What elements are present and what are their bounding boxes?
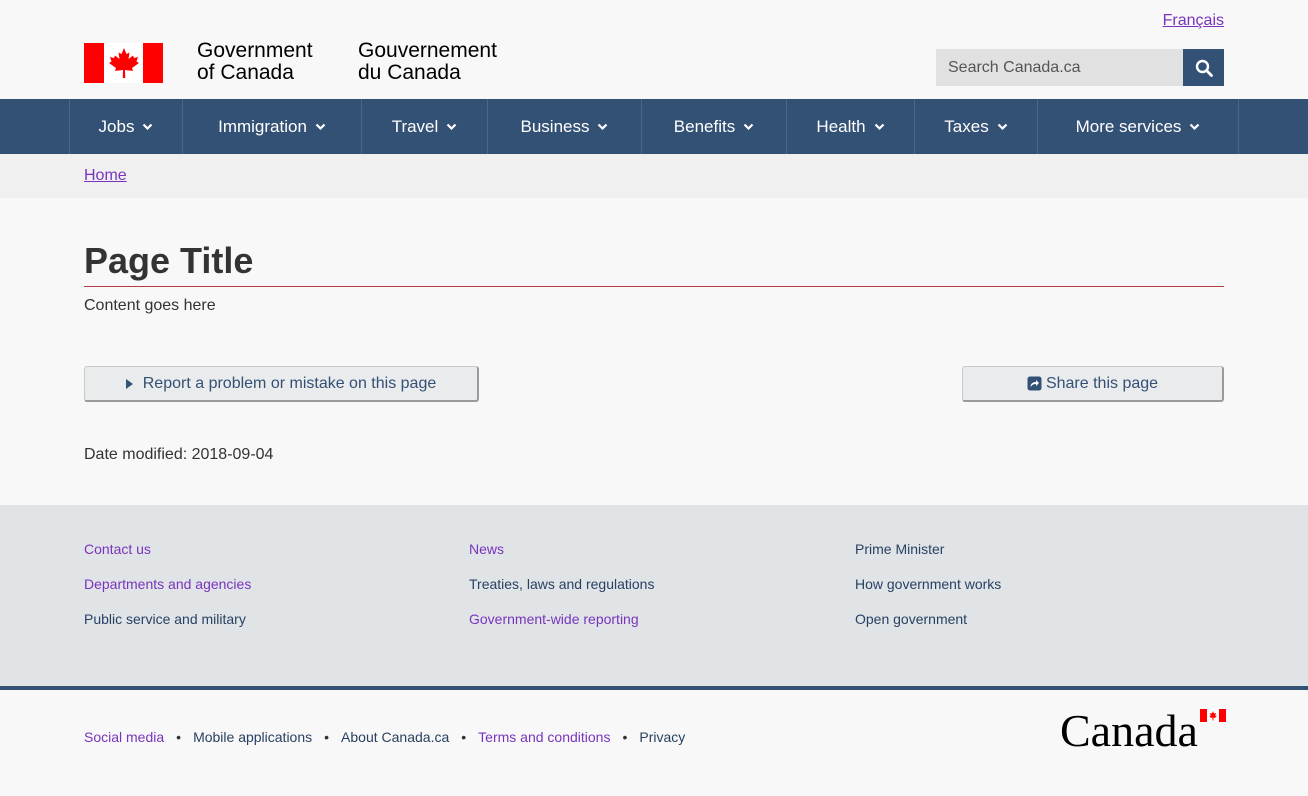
footer-link-treaties[interactable]: Treaties, laws and regulations	[469, 576, 654, 611]
footer-link-open-government[interactable]: Open government	[855, 611, 1001, 646]
bullet-separator: •	[461, 729, 467, 745]
chevron-down-icon	[997, 123, 1007, 130]
nav-item-jobs[interactable]: Jobs	[69, 99, 182, 154]
bullet-separator: •	[176, 729, 182, 745]
search-button[interactable]	[1183, 49, 1224, 86]
government-signature-fr[interactable]: Gouvernement du Canada	[358, 40, 497, 84]
signature-fr-line2: du Canada	[358, 61, 461, 84]
search-icon	[1195, 59, 1213, 77]
caret-right-icon	[125, 378, 133, 389]
canada-wordmark-logo: Canada	[1060, 705, 1228, 757]
chevron-down-icon	[874, 123, 884, 130]
main-nav: Jobs Immigration Travel Business Benefit…	[0, 99, 1308, 154]
signature-en-line1: Government	[197, 39, 313, 62]
share-page-label: Share this page	[1045, 374, 1159, 392]
date-modified: Date modified: 2018-09-04	[84, 446, 274, 463]
report-problem-label: Report a problem or mistake on this page	[142, 374, 437, 392]
chevron-down-icon	[143, 123, 153, 130]
nav-item-health[interactable]: Health	[786, 99, 914, 154]
nav-item-business[interactable]: Business	[487, 99, 641, 154]
footer-link-how-gov-works[interactable]: How government works	[855, 576, 1001, 611]
site-header: Français Government of Canada Gouverneme…	[0, 0, 1308, 99]
report-problem-button[interactable]: Report a problem or mistake on this page	[84, 366, 479, 402]
share-page-button[interactable]: Share this page	[962, 366, 1224, 402]
nav-item-label: Business	[520, 116, 590, 136]
footer-column-1: Contact us Departments and agencies Publ…	[84, 541, 251, 646]
nav-item-label: Immigration	[218, 116, 307, 136]
government-signature-en[interactable]: Government of Canada	[197, 40, 313, 84]
sub-link-social-media[interactable]: Social media	[84, 729, 164, 745]
signature-en-line2: of Canada	[197, 61, 294, 84]
sub-link-mobile-apps[interactable]: Mobile applications	[193, 729, 312, 745]
search-placeholder: Search Canada.ca	[948, 58, 1081, 76]
footer-sub-links: Social media • Mobile applications • Abo…	[84, 729, 685, 745]
footer-link-news[interactable]: News	[469, 541, 654, 576]
search-input[interactable]: Search Canada.ca	[936, 49, 1183, 86]
breadcrumb: Home	[0, 154, 1308, 198]
sub-link-terms[interactable]: Terms and conditions	[478, 729, 610, 745]
wordmark-text: Canada	[1060, 708, 1198, 752]
nav-item-immigration[interactable]: Immigration	[182, 99, 361, 154]
main-content: Page Title Content goes here Report a pr…	[0, 198, 1308, 505]
nav-item-label: More services	[1075, 116, 1182, 136]
nav-item-travel[interactable]: Travel	[361, 99, 487, 154]
footer-link-prime-minister[interactable]: Prime Minister	[855, 541, 1001, 576]
canada-flag-icon	[84, 43, 163, 83]
nav-item-more-services[interactable]: More services	[1037, 99, 1239, 154]
footer-link-gov-reporting[interactable]: Government-wide reporting	[469, 611, 654, 646]
nav-item-benefits[interactable]: Benefits	[641, 99, 786, 154]
bullet-separator: •	[622, 729, 628, 745]
footer-link-contact-us[interactable]: Contact us	[84, 541, 251, 576]
title-divider	[84, 286, 1224, 287]
nav-item-label: Taxes	[944, 116, 989, 136]
chevron-down-icon	[743, 123, 754, 130]
nav-item-label: Benefits	[673, 116, 736, 136]
sub-link-about[interactable]: About Canada.ca	[341, 729, 449, 745]
nav-item-label: Health	[816, 116, 866, 136]
footer-sub: Social media • Mobile applications • Abo…	[0, 686, 1308, 796]
signature-fr-line1: Gouvernement	[358, 39, 497, 62]
language-toggle-link[interactable]: Français	[1163, 12, 1224, 30]
chevron-down-icon	[315, 123, 326, 130]
bullet-separator: •	[324, 729, 330, 745]
sub-link-privacy[interactable]: Privacy	[639, 729, 685, 745]
breadcrumb-home-link[interactable]: Home	[84, 167, 127, 185]
footer-column-3: Prime Minister How government works Open…	[855, 541, 1001, 646]
page-content-text: Content goes here	[84, 297, 216, 314]
page-title: Page Title	[84, 240, 254, 281]
chevron-down-icon	[598, 123, 608, 130]
chevron-down-icon	[1190, 123, 1200, 130]
nav-item-label: Travel	[391, 116, 439, 136]
footer-main: Contact us Departments and agencies Publ…	[0, 505, 1308, 686]
nav-item-taxes[interactable]: Taxes	[914, 99, 1037, 154]
chevron-down-icon	[447, 123, 457, 130]
footer-column-2: News Treaties, laws and regulations Gove…	[469, 541, 654, 646]
footer-link-departments[interactable]: Departments and agencies	[84, 576, 251, 611]
nav-item-label: Jobs	[98, 116, 135, 136]
share-icon	[1027, 376, 1042, 391]
footer-link-public-service[interactable]: Public service and military	[84, 611, 251, 646]
